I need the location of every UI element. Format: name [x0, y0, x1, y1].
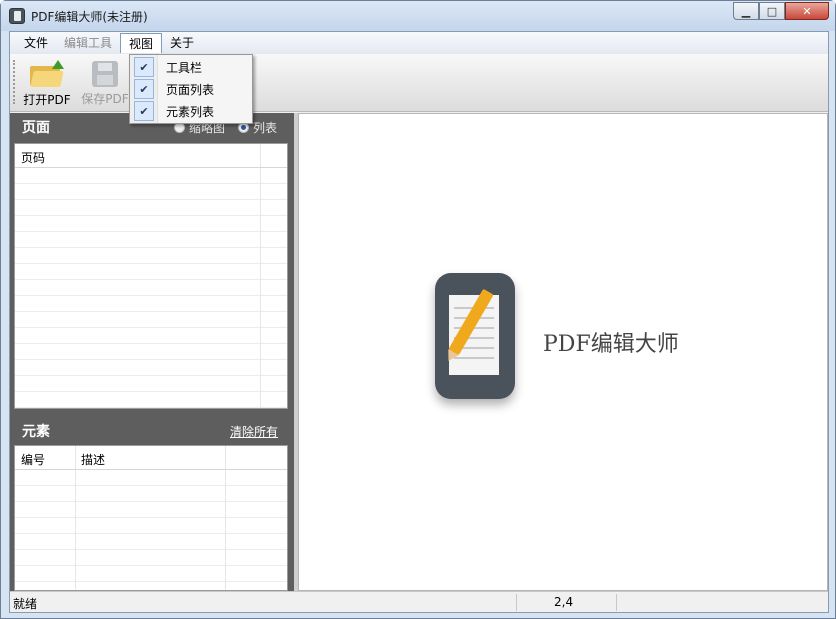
table-row[interactable]	[15, 502, 287, 518]
title-bar[interactable]: PDF编辑大师(未注册) ▁ □ ✕	[1, 1, 835, 31]
table-row[interactable]	[15, 264, 287, 280]
table-row[interactable]	[15, 392, 287, 408]
menu-edit-tools[interactable]: 编辑工具	[56, 33, 120, 53]
client-area: 文件 编辑工具 视图 关于 打开PDF 保存PDF 页面 缩略图 列表 页码 元…	[9, 31, 829, 613]
minimize-icon: ▁	[741, 4, 751, 18]
table-row[interactable]	[15, 344, 287, 360]
view-menu-item-label: 元素列表	[166, 104, 215, 119]
status-bar: 就绪 2,4	[10, 591, 828, 612]
table-row[interactable]	[15, 232, 287, 248]
table-row[interactable]	[15, 168, 287, 184]
window-controls: ▁ □ ✕	[733, 2, 829, 20]
pages-list[interactable]: 页码	[14, 143, 288, 409]
table-row[interactable]	[15, 470, 287, 486]
column-description[interactable]: 描述	[81, 451, 105, 468]
check-icon: ✔	[134, 79, 154, 99]
close-icon: ✕	[802, 4, 812, 18]
view-menu-item-label: 页面列表	[166, 82, 215, 97]
maximize-icon: □	[766, 4, 778, 18]
pages-panel-title: 页面	[22, 120, 50, 136]
table-row[interactable]	[15, 248, 287, 264]
elements-list-body	[15, 470, 287, 582]
open-pdf-button[interactable]: 打开PDF	[18, 58, 76, 108]
view-menu-item-toolbar[interactable]: ✔ 工具栏	[132, 57, 250, 77]
pages-list-body	[15, 168, 287, 408]
left-panel: 页面 缩略图 列表 页码 元素 清除所有 编号 描述	[10, 113, 294, 591]
view-menu-item-label: 工具栏	[166, 60, 203, 75]
check-icon: ✔	[134, 101, 154, 121]
table-row[interactable]	[15, 312, 287, 328]
logo-text: PDF编辑大师	[543, 332, 679, 357]
table-row[interactable]	[15, 200, 287, 216]
table-row[interactable]	[15, 296, 287, 312]
toolbar-grip[interactable]	[13, 60, 16, 104]
table-row[interactable]	[15, 360, 287, 376]
list-label: 列表	[253, 121, 278, 135]
minimize-button[interactable]: ▁	[733, 2, 759, 20]
status-text: 就绪	[13, 597, 38, 611]
view-menu-item-page-list[interactable]: ✔ 页面列表	[132, 79, 250, 99]
table-row[interactable]	[15, 216, 287, 232]
cursor-position: 2,4	[554, 595, 574, 609]
elements-list[interactable]: 编号 描述	[14, 445, 288, 591]
elements-panel-title: 元素	[22, 424, 50, 440]
save-pdf-label: 保存PDF	[81, 92, 129, 106]
open-folder-icon	[30, 60, 64, 88]
menu-view[interactable]: 视图	[120, 33, 163, 53]
app-logo	[435, 273, 515, 399]
open-pdf-label: 打开PDF	[23, 93, 71, 107]
elements-panel-header: 元素 清除所有	[10, 417, 294, 443]
save-floppy-icon	[92, 61, 118, 87]
table-row[interactable]	[15, 184, 287, 200]
menu-file[interactable]: 文件	[16, 33, 56, 53]
menu-about[interactable]: 关于	[162, 33, 202, 53]
menu-bar: 文件 编辑工具 视图 关于	[10, 32, 828, 54]
app-logo-icon	[9, 8, 25, 24]
close-button[interactable]: ✕	[785, 2, 829, 20]
view-menu-dropdown: ✔ 工具栏 ✔ 页面列表 ✔ 元素列表	[129, 54, 253, 124]
table-row[interactable]	[15, 534, 287, 550]
column-page-number[interactable]: 页码	[21, 149, 45, 166]
maximize-button[interactable]: □	[759, 2, 785, 20]
table-row[interactable]	[15, 518, 287, 534]
table-row[interactable]	[15, 486, 287, 502]
check-icon: ✔	[134, 57, 154, 77]
table-row[interactable]	[15, 280, 287, 296]
pages-list-header: 页码	[15, 144, 287, 168]
table-row[interactable]	[15, 566, 287, 582]
table-row[interactable]	[15, 550, 287, 566]
clear-all-link[interactable]: 清除所有	[230, 423, 278, 440]
window-title: PDF编辑大师(未注册)	[31, 10, 148, 24]
elements-list-header: 编号 描述	[15, 446, 287, 470]
view-menu-item-element-list[interactable]: ✔ 元素列表	[132, 101, 250, 121]
column-number[interactable]: 编号	[21, 451, 45, 468]
app-window: PDF编辑大师(未注册) ▁ □ ✕ 文件 编辑工具 视图 关于 打开PDF 保…	[0, 0, 836, 619]
table-row[interactable]	[15, 328, 287, 344]
save-pdf-button[interactable]: 保存PDF	[76, 58, 134, 108]
table-row[interactable]	[15, 376, 287, 392]
document-canvas[interactable]: PDF编辑大师	[298, 113, 828, 591]
